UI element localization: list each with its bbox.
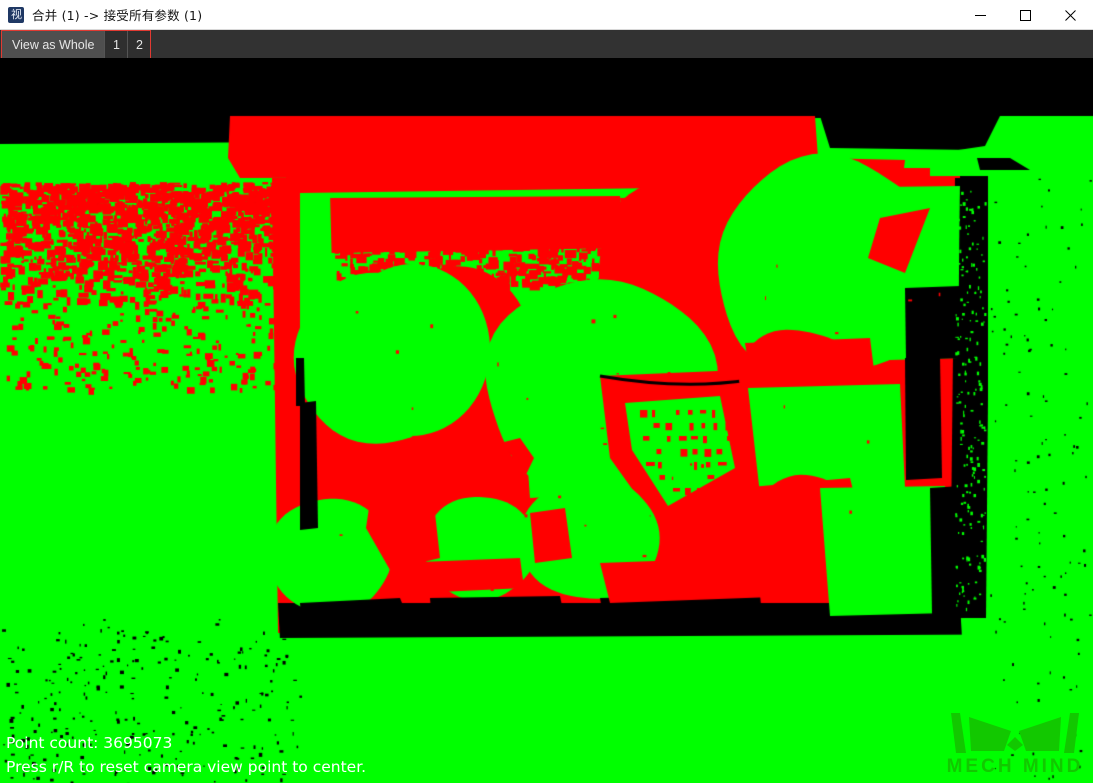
close-button[interactable] xyxy=(1048,0,1093,30)
minimize-button[interactable] xyxy=(958,0,1003,30)
toolbar-strip xyxy=(0,30,1093,58)
maximize-icon xyxy=(1020,9,1031,21)
view-toolbar: View as Whole 1 2 xyxy=(1,30,152,60)
app-icon-glyph: 视觉 xyxy=(11,7,22,21)
close-icon xyxy=(1065,9,1076,21)
window-controls xyxy=(958,0,1093,30)
view-index-2-button[interactable]: 2 xyxy=(128,31,151,59)
view-index-1-button[interactable]: 1 xyxy=(105,31,128,59)
window-title: 合并 (1) -> 接受所有参数 (1) xyxy=(32,8,203,23)
title-bar: 视觉 合并 (1) -> 接受所有参数 (1) xyxy=(0,0,1093,30)
maximize-button[interactable] xyxy=(1003,0,1048,30)
minimize-icon xyxy=(975,14,986,16)
point-cloud-viewport[interactable]: Point count: 3695073 Press r/R to reset … xyxy=(0,58,1093,783)
point-cloud-viewer-window: 视觉 合并 (1) -> 接受所有参数 (1) View as W xyxy=(0,0,1093,783)
view-as-whole-button[interactable]: View as Whole xyxy=(2,31,105,59)
app-icon: 视觉 xyxy=(8,6,24,23)
point-cloud-canvas[interactable] xyxy=(0,58,1093,783)
